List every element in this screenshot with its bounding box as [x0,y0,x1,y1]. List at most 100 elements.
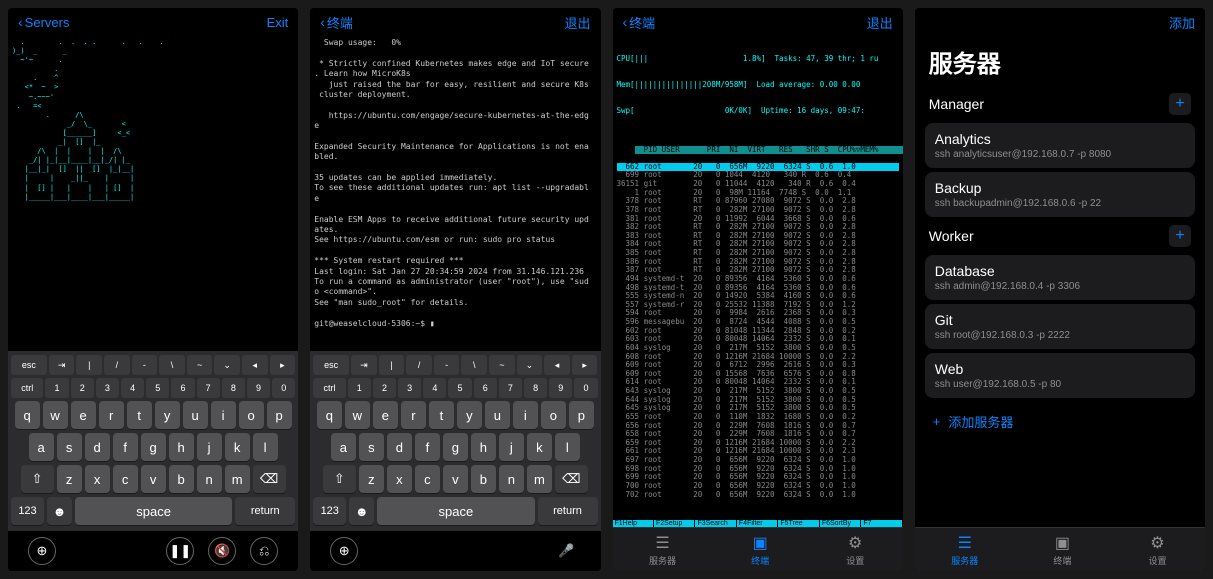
letter-key[interactable]: p [569,401,594,429]
letter-key[interactable]: i [211,401,236,429]
fkey[interactable]: F3Search [695,520,736,527]
accessory-key[interactable]: 2 [373,378,396,398]
htop-fkeys[interactable]: F1HelpF2SetupF3SearchF4FilterF5TreeF6Sor… [613,520,903,527]
accessory-key[interactable]: ⇥ [49,355,75,375]
accessory-key[interactable]: 5 [146,378,169,398]
letter-key[interactable]: f [113,433,138,461]
letter-key[interactable]: s [359,433,384,461]
letter-key[interactable]: q [317,401,342,429]
letter-key[interactable]: u [183,401,208,429]
numeric-key[interactable]: 123 [313,497,346,525]
letter-key[interactable]: d [85,433,110,461]
terminal-output[interactable]: Swap usage: 0% * Strictly confined Kuber… [310,36,600,351]
letter-key[interactable]: m [225,465,250,493]
letter-key[interactable]: o [239,401,264,429]
shift-key[interactable]: ⇧ [323,465,356,493]
accessory-key[interactable]: 3 [96,378,119,398]
emoji-key[interactable]: ☻ [349,497,374,525]
globe-icon[interactable]: ⊕ [330,537,358,565]
tab-settings[interactable]: ⚙设置 [1146,534,1168,567]
letter-key[interactable]: l [253,433,278,461]
letter-key[interactable]: y [457,401,482,429]
tab-terminal[interactable]: ▣终端 [1051,534,1073,567]
mic-icon[interactable]: 🎤 [553,537,581,565]
letter-key[interactable]: u [485,401,510,429]
accessory-key[interactable]: | [76,355,102,375]
accessory-key[interactable]: 4 [423,378,446,398]
section-add-button[interactable]: + [1169,93,1191,115]
accessory-key[interactable]: 0 [574,378,597,398]
letter-key[interactable]: b [471,465,496,493]
accessory-key[interactable]: ctrl [11,378,43,398]
accessory-key[interactable]: / [104,355,130,375]
fkey[interactable]: F6SortBy [820,520,861,527]
accessory-key[interactable]: ⇥ [351,355,377,375]
letter-key[interactable]: l [555,433,580,461]
letter-key[interactable]: a [29,433,54,461]
add-button[interactable]: 添加 [1169,13,1195,32]
fkey[interactable]: F5Tree [778,520,819,527]
return-key[interactable]: return [538,497,598,525]
server-item[interactable]: Databasessh admin@192.168.0.4 -p 3306 [925,255,1195,300]
letter-key[interactable]: e [373,401,398,429]
accessory-key[interactable]: - [132,355,158,375]
shift-key[interactable]: ⇧ [21,465,54,493]
letter-key[interactable]: r [99,401,124,429]
letter-key[interactable]: o [541,401,566,429]
accessory-key[interactable]: \ [461,355,487,375]
fkey[interactable]: F4Filter [737,520,778,527]
letter-key[interactable]: x [85,465,110,493]
terminal-output[interactable]: . . . . . . . . )_) _ _ ~'~ . . . ^ <* ~… [8,36,298,351]
accessory-key[interactable]: ⌄ [214,355,240,375]
accessory-key[interactable]: | [379,355,405,375]
letter-key[interactable]: f [415,433,440,461]
letter-key[interactable]: x [387,465,412,493]
screen-icon[interactable]: ⎌ [250,537,278,565]
exit-button[interactable]: 退出 [564,13,590,32]
accessory-key[interactable]: 2 [71,378,94,398]
letter-key[interactable]: k [527,433,552,461]
accessory-key[interactable]: ◂ [544,355,570,375]
server-item[interactable]: Webssh user@192.168.0.5 -p 80 [925,353,1195,398]
letter-key[interactable]: g [141,433,166,461]
accessory-key[interactable]: 6 [171,378,194,398]
accessory-key[interactable]: 5 [448,378,471,398]
accessory-key[interactable]: 3 [398,378,421,398]
letter-key[interactable]: m [527,465,552,493]
accessory-key[interactable]: ▸ [270,355,296,375]
accessory-key[interactable]: 0 [272,378,295,398]
htop-output[interactable]: CPU[||| 1.8%] Tasks: 47, 39 thr; 1 ru Me… [613,36,903,520]
return-key[interactable]: return [235,497,295,525]
letter-key[interactable]: n [197,465,222,493]
letter-key[interactable]: v [141,465,166,493]
accessory-key[interactable]: esc [11,355,47,375]
letter-key[interactable]: z [57,465,82,493]
letter-key[interactable]: w [345,401,370,429]
tab-terminal[interactable]: ▣终端 [749,534,771,567]
accessory-key[interactable]: ⌄ [517,355,543,375]
letter-key[interactable]: a [331,433,356,461]
letter-key[interactable]: t [127,401,152,429]
accessory-key[interactable]: ~ [187,355,213,375]
backspace-key[interactable]: ⌫ [555,465,588,493]
server-item[interactable]: Backupssh backupadmin@192.168.0.6 -p 22 [925,172,1195,217]
exit-button[interactable]: 退出 [867,13,893,32]
letter-key[interactable]: q [15,401,40,429]
back-button[interactable]: ‹ 终端 [623,13,656,32]
exit-button[interactable]: Exit [267,15,289,30]
section-add-button[interactable]: + [1169,225,1191,247]
letter-key[interactable]: c [415,465,440,493]
tab-servers[interactable]: ☰服务器 [951,534,978,567]
accessory-key[interactable]: 9 [247,378,270,398]
accessory-key[interactable]: / [406,355,432,375]
letter-key[interactable]: d [387,433,412,461]
letter-key[interactable]: t [429,401,454,429]
tab-servers[interactable]: ☰服务器 [649,534,676,567]
server-list[interactable]: Manager+Analyticsssh analyticsuser@192.1… [915,89,1205,527]
accessory-key[interactable]: 8 [524,378,547,398]
letter-key[interactable]: g [443,433,468,461]
accessory-key[interactable]: 7 [499,378,522,398]
accessory-key[interactable]: 1 [348,378,371,398]
letter-key[interactable]: z [359,465,384,493]
pause-icon[interactable]: ❚❚ [166,537,194,565]
